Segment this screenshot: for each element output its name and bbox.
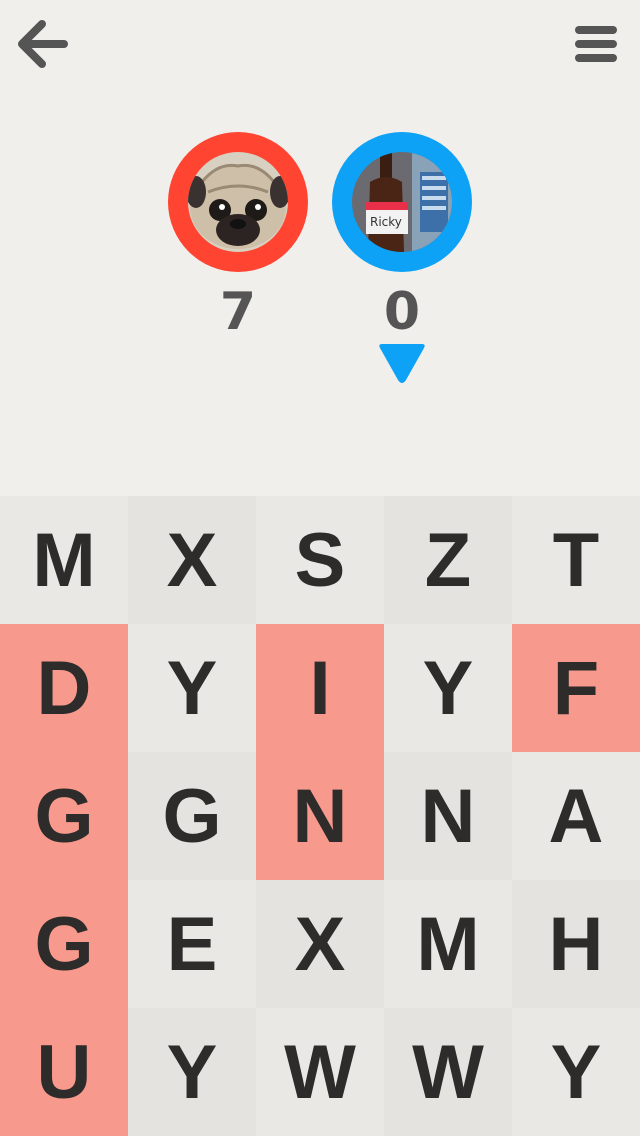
triangle-down-icon	[379, 344, 425, 383]
letter-tile[interactable]: Y	[512, 1008, 640, 1136]
letter-tile[interactable]: U	[0, 1008, 128, 1136]
letter-tile[interactable]: H	[512, 880, 640, 1008]
current-turn-indicator	[376, 340, 428, 386]
pug-photo	[188, 152, 288, 252]
letter-tile[interactable]: N	[256, 752, 384, 880]
letter-tile[interactable]: T	[512, 496, 640, 624]
letter-tile[interactable]: M	[384, 880, 512, 1008]
svg-text:Ricky: Ricky	[370, 215, 402, 229]
letter-tile[interactable]: M	[0, 496, 128, 624]
letter-board: MXSZTDYIYFGGNNAGEXMHUYWWY	[0, 496, 640, 1136]
letter-tile[interactable]: F	[512, 624, 640, 752]
letter-tile[interactable]: G	[128, 752, 256, 880]
player-blue: Ricky 0	[332, 132, 472, 383]
letter-tile[interactable]: Y	[128, 624, 256, 752]
avatar	[188, 152, 288, 252]
letter-tile[interactable]: A	[512, 752, 640, 880]
player-score: 0	[383, 282, 421, 342]
player-score: 7	[219, 282, 257, 342]
player-red: 7	[168, 132, 308, 372]
avatar: Ricky	[352, 152, 452, 252]
top-bar	[0, 0, 640, 90]
hamburger-menu-icon	[575, 26, 617, 62]
letter-tile[interactable]: D	[0, 624, 128, 752]
bottle-photo: Ricky	[352, 152, 452, 252]
letter-tile[interactable]: N	[384, 752, 512, 880]
arrow-left-icon	[18, 20, 68, 68]
letter-tile[interactable]: X	[128, 496, 256, 624]
letter-tile[interactable]: Y	[128, 1008, 256, 1136]
letter-tile[interactable]: Y	[384, 624, 512, 752]
letter-tile[interactable]: S	[256, 496, 384, 624]
letter-tile[interactable]: G	[0, 752, 128, 880]
menu-button[interactable]	[574, 24, 618, 64]
letter-tile[interactable]: E	[128, 880, 256, 1008]
letter-tile[interactable]: G	[0, 880, 128, 1008]
back-button[interactable]	[18, 20, 70, 68]
letter-tile[interactable]: W	[384, 1008, 512, 1136]
letter-tile[interactable]: X	[256, 880, 384, 1008]
letter-tile[interactable]: W	[256, 1008, 384, 1136]
letter-tile[interactable]: Z	[384, 496, 512, 624]
letter-tile[interactable]: I	[256, 624, 384, 752]
